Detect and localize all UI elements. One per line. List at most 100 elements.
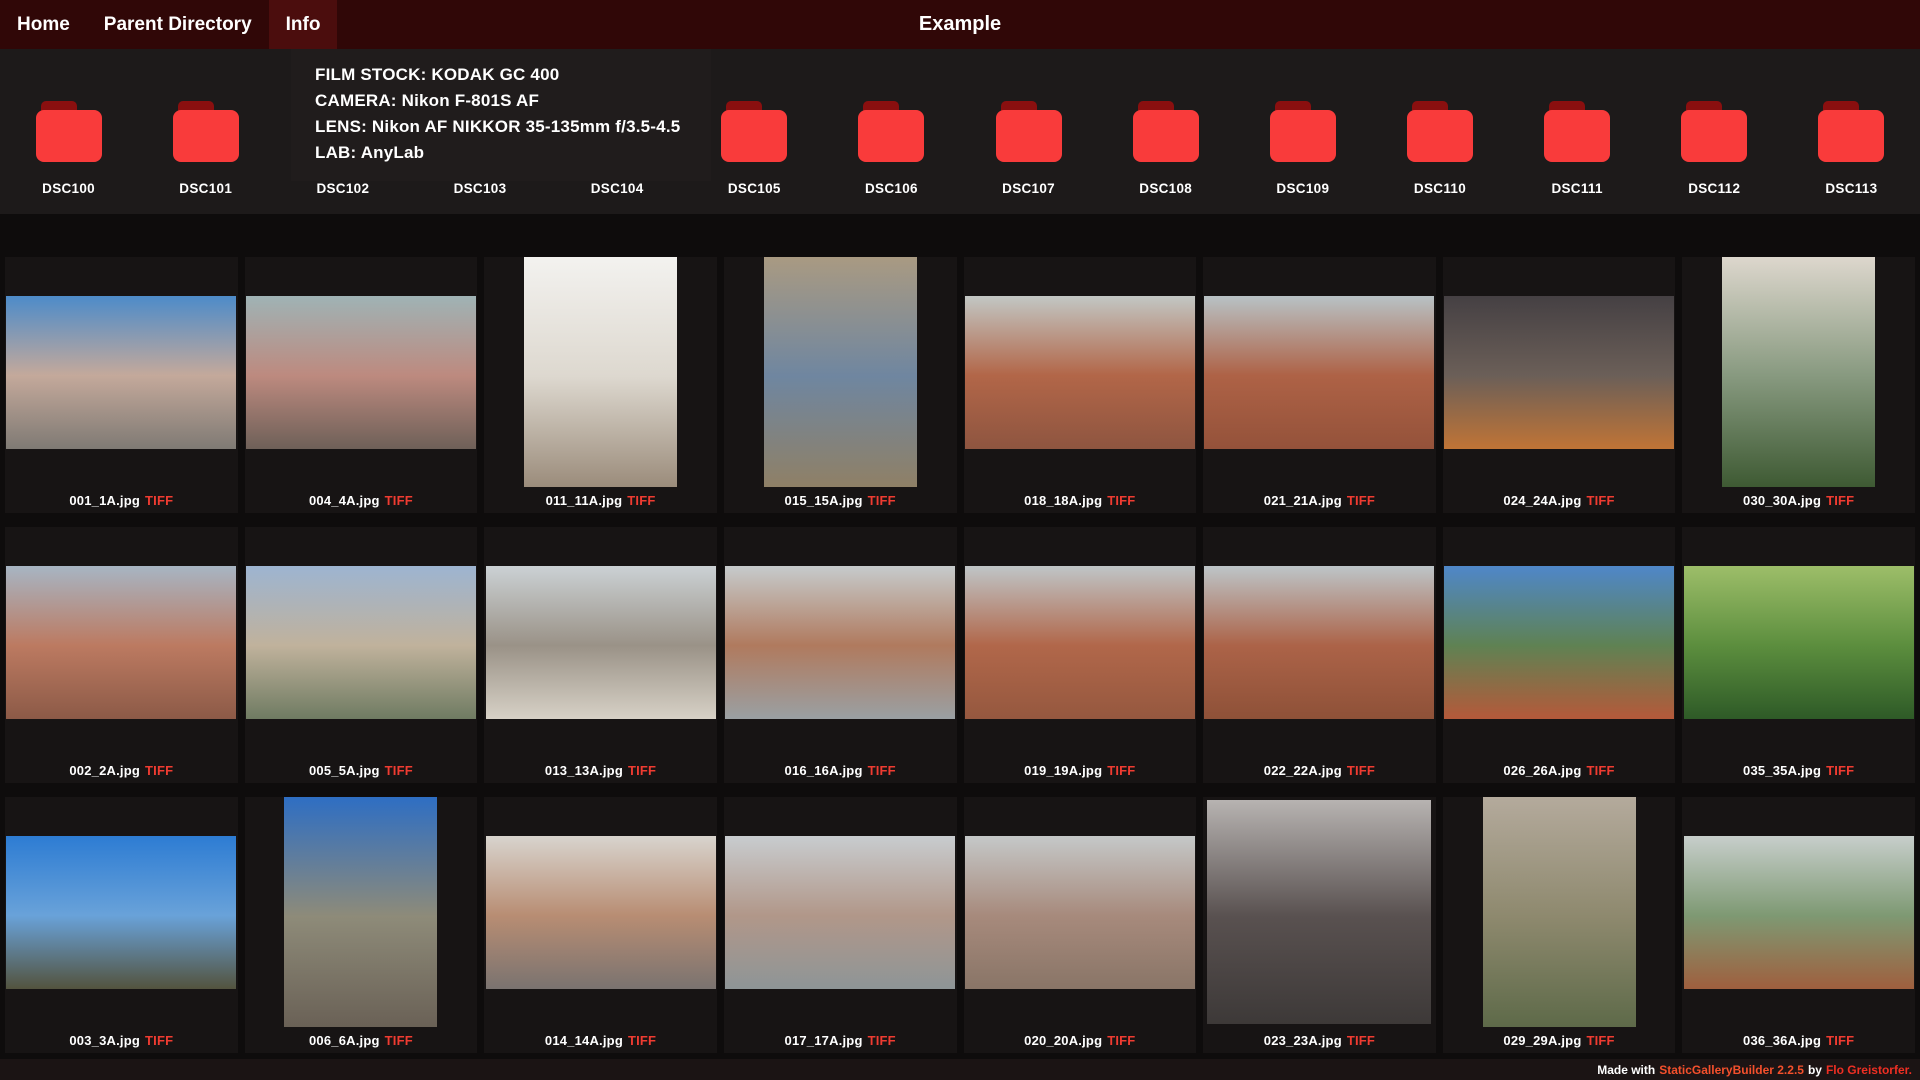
- photo-thumbnail-link[interactable]: [245, 527, 478, 757]
- folder-link-dsc110[interactable]: DSC110: [1371, 101, 1508, 196]
- photo-card: 022_22A.jpg TIFF: [1203, 527, 1436, 783]
- photo-tiff-link[interactable]: TIFF: [628, 1033, 656, 1048]
- photo-tiff-link[interactable]: TIFF: [385, 763, 413, 778]
- photo-thumbnail-link[interactable]: [964, 527, 1197, 757]
- photo-tiff-link[interactable]: TIFF: [1107, 1033, 1135, 1048]
- photo-tiff-link[interactable]: TIFF: [1586, 1033, 1614, 1048]
- folder-link-dsc109[interactable]: DSC109: [1234, 101, 1371, 196]
- photo-filename-link[interactable]: 023_23A.jpg: [1264, 1033, 1342, 1048]
- photo-tiff-link[interactable]: TIFF: [1826, 493, 1854, 508]
- photo-filename-link[interactable]: 016_16A.jpg: [785, 763, 863, 778]
- photo-tiff-link[interactable]: TIFF: [145, 1033, 173, 1048]
- photo-tiff-link[interactable]: TIFF: [1347, 1033, 1375, 1048]
- photo-thumbnail-link[interactable]: [724, 527, 957, 757]
- photo-thumbnail-link[interactable]: [724, 797, 957, 1027]
- photo-thumbnail-link[interactable]: [1682, 257, 1915, 487]
- photo-filename-link[interactable]: 005_5A.jpg: [309, 763, 380, 778]
- photo-tiff-link[interactable]: TIFF: [1347, 493, 1375, 508]
- photo-tiff-link[interactable]: TIFF: [868, 493, 896, 508]
- photo-tiff-link[interactable]: TIFF: [627, 493, 655, 508]
- photo-label: 006_6A.jpg TIFF: [245, 1027, 478, 1053]
- info-panel-line: LAB: AnyLab: [315, 143, 425, 162]
- photo-thumbnail-link[interactable]: [484, 527, 717, 757]
- photo-tiff-link[interactable]: TIFF: [385, 1033, 413, 1048]
- footer-by-text: by: [1807, 1062, 1822, 1077]
- photo-filename-link[interactable]: 021_21A.jpg: [1264, 493, 1342, 508]
- photo-tiff-link[interactable]: TIFF: [1586, 763, 1614, 778]
- nav-item-label: Info: [285, 13, 321, 35]
- photo-filename-link[interactable]: 017_17A.jpg: [785, 1033, 863, 1048]
- folder-link-dsc112[interactable]: DSC112: [1646, 101, 1783, 196]
- photo-tiff-link[interactable]: TIFF: [1107, 763, 1135, 778]
- nav-item-info[interactable]: Info: [268, 0, 338, 49]
- photo-thumbnail-link[interactable]: [1203, 527, 1436, 757]
- photo-label: 020_20A.jpg TIFF: [964, 1027, 1197, 1053]
- folder-link-dsc101[interactable]: DSC101: [137, 101, 274, 196]
- nav-item-home[interactable]: Home: [0, 0, 87, 49]
- photo-filename-link[interactable]: 022_22A.jpg: [1264, 763, 1342, 778]
- photo-tiff-link[interactable]: TIFF: [868, 1033, 896, 1048]
- photo-thumbnail-link[interactable]: [964, 797, 1197, 1027]
- photo-tiff-link[interactable]: TIFF: [1347, 763, 1375, 778]
- photo-filename-link[interactable]: 015_15A.jpg: [785, 493, 863, 508]
- photo-filename-link[interactable]: 019_19A.jpg: [1024, 763, 1102, 778]
- photo-tiff-link[interactable]: TIFF: [628, 763, 656, 778]
- photo-thumbnail-link[interactable]: [5, 527, 238, 757]
- folder-link-dsc100[interactable]: DSC100: [0, 101, 137, 196]
- photo-thumbnail-link[interactable]: [484, 797, 717, 1027]
- photo-filename-link[interactable]: 020_20A.jpg: [1024, 1033, 1102, 1048]
- photo-tiff-link[interactable]: TIFF: [145, 493, 173, 508]
- photo-filename-link[interactable]: 029_29A.jpg: [1503, 1033, 1581, 1048]
- folder-link-dsc107[interactable]: DSC107: [960, 101, 1097, 196]
- photo-thumbnail-link[interactable]: [1443, 257, 1676, 487]
- folder-link-dsc106[interactable]: DSC106: [823, 101, 960, 196]
- photo-thumbnail-link[interactable]: [245, 797, 478, 1027]
- photo-thumbnail-link[interactable]: [484, 257, 717, 487]
- folders-row: DSC100 DSC101 DSC102 DSC103 DSC104 DSC10…: [0, 101, 1920, 196]
- photo-filename-link[interactable]: 036_36A.jpg: [1743, 1033, 1821, 1048]
- photo-thumbnail: [763, 257, 917, 487]
- photo-tiff-link[interactable]: TIFF: [1107, 493, 1135, 508]
- nav-item-parent-directory[interactable]: Parent Directory: [87, 0, 269, 49]
- photo-tiff-link[interactable]: TIFF: [1826, 1033, 1854, 1048]
- photo-filename-link[interactable]: 002_2A.jpg: [69, 763, 140, 778]
- photo-filename-link[interactable]: 014_14A.jpg: [545, 1033, 623, 1048]
- photo-tiff-link[interactable]: TIFF: [1586, 493, 1614, 508]
- photo-thumbnail: [1444, 565, 1675, 719]
- photo-filename-link[interactable]: 006_6A.jpg: [309, 1033, 380, 1048]
- photo-thumbnail-link[interactable]: [1682, 527, 1915, 757]
- photo-filename-link[interactable]: 001_1A.jpg: [69, 493, 140, 508]
- photo-thumbnail-link[interactable]: [1203, 797, 1436, 1027]
- photo-tiff-link[interactable]: TIFF: [868, 763, 896, 778]
- photo-filename-link[interactable]: 030_30A.jpg: [1743, 493, 1821, 508]
- photo-thumbnail-link[interactable]: [964, 257, 1197, 487]
- photo-tiff-link[interactable]: TIFF: [1826, 763, 1854, 778]
- top-nav: Home Parent Directory Info Example: [0, 0, 1920, 49]
- photo-thumbnail-link[interactable]: [5, 257, 238, 487]
- photo-filename-link[interactable]: 024_24A.jpg: [1503, 493, 1581, 508]
- photo-filename-link[interactable]: 018_18A.jpg: [1024, 493, 1102, 508]
- photo-filename-link[interactable]: 026_26A.jpg: [1503, 763, 1581, 778]
- photo-tiff-link[interactable]: TIFF: [385, 493, 413, 508]
- folder-link-dsc108[interactable]: DSC108: [1097, 101, 1234, 196]
- folder-link-dsc111[interactable]: DSC111: [1509, 101, 1646, 196]
- photo-filename-link[interactable]: 011_11A.jpg: [546, 493, 623, 508]
- photo-thumbnail-link[interactable]: [1203, 257, 1436, 487]
- footer-author-link[interactable]: Flo Greistorfer.: [1826, 1063, 1912, 1077]
- folder-link-dsc113[interactable]: DSC113: [1783, 101, 1920, 196]
- photo-filename-link[interactable]: 004_4A.jpg: [309, 493, 380, 508]
- photo-thumbnail-link[interactable]: [245, 257, 478, 487]
- photo-filename-link[interactable]: 013_13A.jpg: [545, 763, 623, 778]
- photo-thumbnail-link[interactable]: [1443, 797, 1676, 1027]
- photo-thumbnail-link[interactable]: [5, 797, 238, 1027]
- photo-thumbnail-link[interactable]: [1682, 797, 1915, 1027]
- photo-thumbnail: [1482, 797, 1636, 1027]
- photo-thumbnail-link[interactable]: [724, 257, 957, 487]
- photo-filename-link[interactable]: 003_3A.jpg: [69, 1033, 140, 1048]
- footer-builder-link[interactable]: StaticGalleryBuilder 2.2.5: [1659, 1063, 1804, 1077]
- folder-icon-body: [721, 110, 788, 162]
- photo-thumbnail-link[interactable]: [1443, 527, 1676, 757]
- photo-thumbnail: [1207, 800, 1432, 1024]
- photo-filename-link[interactable]: 035_35A.jpg: [1743, 763, 1821, 778]
- photo-tiff-link[interactable]: TIFF: [145, 763, 173, 778]
